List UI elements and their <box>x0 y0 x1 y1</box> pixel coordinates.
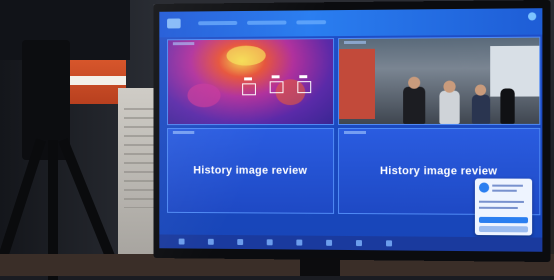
storefront <box>339 49 375 119</box>
heat-blob <box>226 46 265 66</box>
popup-text-line <box>479 207 518 209</box>
pane-label <box>173 42 194 45</box>
monitor-stand <box>300 258 340 276</box>
temperature-tag <box>244 77 252 80</box>
nav-tab[interactable] <box>247 21 286 25</box>
taskbar <box>159 234 542 251</box>
person <box>439 91 459 124</box>
person-head <box>408 77 420 89</box>
notification-popup[interactable] <box>475 178 532 235</box>
nav-tab[interactable] <box>296 20 326 24</box>
temperature-tag <box>272 75 280 78</box>
camera-tripod <box>500 88 514 123</box>
close-icon[interactable] <box>528 12 536 20</box>
heat-blob <box>187 83 220 107</box>
app-top-bar <box>159 8 542 37</box>
history-review-title: History image review <box>168 165 333 177</box>
person <box>403 87 425 124</box>
avatar-icon <box>479 183 489 193</box>
taskbar-icon[interactable] <box>386 240 392 246</box>
taskbar-icon[interactable] <box>179 239 185 245</box>
face-detection-box <box>242 83 256 95</box>
pane-label <box>173 131 194 134</box>
person <box>472 95 490 124</box>
popup-text-line <box>492 190 517 192</box>
temperature-tag <box>299 75 307 78</box>
taskbar-icon[interactable] <box>356 240 362 246</box>
taskbar-icon[interactable] <box>296 240 302 246</box>
screen: History image review History image revie… <box>159 8 542 252</box>
popup-button[interactable] <box>479 226 528 232</box>
app-logo-icon <box>167 18 181 28</box>
visible-camera-pane[interactable] <box>338 37 540 125</box>
popup-text-line <box>492 185 523 187</box>
popup-button[interactable] <box>479 217 528 223</box>
nav-tab[interactable] <box>198 21 237 25</box>
history-review-title: History image review <box>339 165 539 178</box>
pane-label <box>344 41 366 44</box>
taskbar-icon[interactable] <box>208 239 214 245</box>
person-head <box>475 85 486 96</box>
face-detection-box <box>270 81 284 93</box>
taskbar-icon[interactable] <box>237 239 243 245</box>
orange-sign <box>66 58 126 104</box>
thermal-camera-pane[interactable] <box>167 38 334 125</box>
face-detection-box <box>297 81 311 93</box>
history-review-pane-left[interactable]: History image review <box>167 128 334 214</box>
taskbar-icon[interactable] <box>267 239 273 245</box>
person-head <box>443 81 455 93</box>
pane-label <box>344 131 366 134</box>
monitor: History image review History image revie… <box>154 0 551 262</box>
storefront <box>490 46 539 97</box>
popup-text-line <box>479 201 524 203</box>
taskbar-icon[interactable] <box>326 240 332 246</box>
